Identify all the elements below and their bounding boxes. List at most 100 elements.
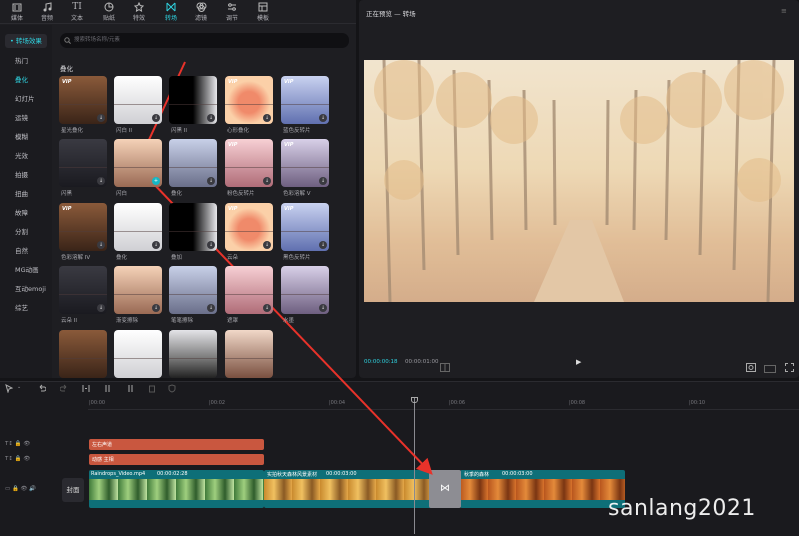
transition-marker[interactable]: ⋈ bbox=[429, 470, 461, 508]
select-cursor-icon[interactable] bbox=[5, 384, 14, 395]
sidebar-item-light[interactable]: 光效 bbox=[0, 148, 52, 164]
transition-thumb[interactable]: VIP ↓ bbox=[225, 139, 273, 187]
download-icon[interactable]: ↓ bbox=[263, 114, 271, 122]
shield-icon[interactable] bbox=[168, 384, 176, 395]
transition-thumb[interactable]: ↓ bbox=[281, 266, 329, 314]
split-icon[interactable] bbox=[82, 384, 90, 395]
sidebar-item-slides[interactable]: 幻灯片 bbox=[0, 91, 52, 107]
download-icon[interactable]: ↓ bbox=[97, 304, 105, 312]
chevron-down-icon[interactable]: ⌄ bbox=[17, 384, 21, 390]
video-track-controls[interactable]: ▭ 🔒 👁 🔊 bbox=[5, 486, 36, 492]
download-icon[interactable]: ↓ bbox=[97, 241, 105, 249]
fullscreen-icon[interactable] bbox=[785, 357, 794, 376]
transition-thumb[interactable]: + bbox=[114, 139, 162, 187]
trim-right-icon[interactable] bbox=[126, 384, 134, 395]
video-clip[interactable]: Raindrops_Video.mp4 00:00:02:28 bbox=[89, 470, 264, 508]
download-icon[interactable]: ↓ bbox=[152, 241, 160, 249]
toolbar-text[interactable]: TI 文本 bbox=[60, 1, 94, 23]
toolbar-transition[interactable]: 转场 bbox=[154, 1, 188, 23]
ratio-icon[interactable] bbox=[764, 358, 776, 377]
transition-thumb[interactable]: ↓ bbox=[59, 139, 107, 187]
toolbar-sticker[interactable]: 贴纸 bbox=[92, 1, 126, 23]
sidebar-item-split[interactable]: 分割 bbox=[0, 224, 52, 240]
download-icon[interactable]: ↓ bbox=[207, 177, 215, 185]
transition-thumb[interactable] bbox=[225, 330, 273, 378]
toolbar-filter[interactable]: 滤镜 bbox=[184, 1, 218, 23]
transition-thumb[interactable]: VIP ↓ bbox=[225, 76, 273, 124]
download-icon[interactable]: ↓ bbox=[263, 241, 271, 249]
transition-thumb[interactable]: ↓ bbox=[114, 266, 162, 314]
text-clip[interactable]: 动感 主相 bbox=[89, 454, 264, 465]
sidebar-item-dissolve[interactable]: 叠化 bbox=[0, 72, 52, 88]
download-icon[interactable]: ↓ bbox=[319, 304, 327, 312]
download-icon[interactable]: ↓ bbox=[152, 304, 160, 312]
delete-icon[interactable] bbox=[148, 384, 156, 395]
download-icon[interactable]: ↓ bbox=[263, 177, 271, 185]
sidebar-item-blur[interactable]: 模糊 bbox=[0, 129, 52, 145]
download-icon[interactable]: ↓ bbox=[319, 241, 327, 249]
undo-icon[interactable] bbox=[38, 384, 47, 394]
sidebar-item-shoot[interactable]: 拍摄 bbox=[0, 167, 52, 183]
transition-thumb[interactable]: VIP ↓ bbox=[225, 203, 273, 251]
sidebar-item-distort[interactable]: 扭曲 bbox=[0, 186, 52, 202]
text-clip[interactable]: 左右声道 bbox=[89, 439, 264, 450]
toolbar-template[interactable]: 模板 bbox=[246, 1, 280, 23]
transition-thumb[interactable]: VIP ↓ bbox=[59, 203, 107, 251]
transition-thumb[interactable] bbox=[114, 330, 162, 378]
transition-thumb[interactable]: ↓ bbox=[169, 76, 217, 124]
download-icon[interactable]: ↓ bbox=[97, 114, 105, 122]
transition-thumb[interactable]: VIP ↓ bbox=[281, 139, 329, 187]
sidebar-header[interactable]: • 转场效果 bbox=[5, 34, 47, 48]
transition-thumb[interactable]: VIP ↓ bbox=[59, 76, 107, 124]
preview-video bbox=[364, 60, 794, 302]
search-icon bbox=[64, 37, 71, 44]
transition-thumb[interactable]: ↓ bbox=[169, 139, 217, 187]
transition-thumb[interactable]: VIP ↓ bbox=[281, 76, 329, 124]
grid-toggle-icon[interactable] bbox=[440, 357, 450, 376]
cover-button[interactable]: 封面 bbox=[62, 478, 84, 502]
sidebar-item-camera[interactable]: 运镜 bbox=[0, 110, 52, 126]
download-icon[interactable]: ↓ bbox=[319, 114, 327, 122]
download-icon[interactable]: ↓ bbox=[152, 114, 160, 122]
sidebar-item-emoji[interactable]: 互动emoji bbox=[0, 281, 52, 297]
download-icon[interactable]: ↓ bbox=[263, 304, 271, 312]
toolbar-audio[interactable]: 音频 bbox=[30, 1, 64, 23]
redo-icon[interactable] bbox=[59, 384, 68, 394]
transition-thumb[interactable]: ↓ bbox=[225, 266, 273, 314]
transition-thumb[interactable] bbox=[169, 330, 217, 378]
transition-thumb[interactable] bbox=[59, 330, 107, 378]
download-icon[interactable]: ↓ bbox=[207, 241, 215, 249]
transition-thumb[interactable]: ↓ bbox=[169, 203, 217, 251]
add-icon[interactable]: + bbox=[152, 177, 160, 185]
text-track-controls[interactable]: T↕ 🔒 👁 bbox=[5, 456, 30, 462]
download-icon[interactable]: ↓ bbox=[319, 177, 327, 185]
transition-thumb[interactable]: ↓ bbox=[114, 76, 162, 124]
trim-left-icon[interactable] bbox=[104, 384, 112, 395]
download-icon[interactable]: ↓ bbox=[207, 304, 215, 312]
toolbar-media[interactable]: 媒体 bbox=[0, 1, 34, 23]
sidebar-item-glitch[interactable]: 故障 bbox=[0, 205, 52, 221]
transition-thumb[interactable]: ↓ bbox=[59, 266, 107, 314]
toolbar-effects[interactable]: 特效 bbox=[122, 1, 156, 23]
transition-thumb[interactable]: ↓ bbox=[114, 203, 162, 251]
vip-badge: VIP bbox=[62, 206, 72, 212]
clip-duration: 00:00:03:00 bbox=[502, 471, 533, 477]
transition-thumb[interactable]: ↓ bbox=[169, 266, 217, 314]
sidebar-item-nature[interactable]: 自然 bbox=[0, 243, 52, 259]
thumb-label: 叠加 bbox=[171, 255, 183, 261]
text-track-controls[interactable]: T↕ 🔒 👁 bbox=[5, 441, 30, 447]
sidebar-item-hot[interactable]: 热门 bbox=[0, 53, 52, 69]
download-icon[interactable]: ↓ bbox=[207, 114, 215, 122]
sidebar-item-mg[interactable]: MG动画 bbox=[0, 262, 52, 278]
playhead[interactable] bbox=[414, 398, 415, 534]
menu-icon[interactable]: ≡ bbox=[781, 7, 787, 15]
sidebar-item-variety[interactable]: 综艺 bbox=[0, 300, 52, 316]
search-input[interactable]: 搜索转场名称/元素 bbox=[60, 33, 349, 48]
play-button[interactable]: ▶ bbox=[576, 358, 581, 366]
snapshot-icon[interactable] bbox=[746, 357, 756, 376]
transition-thumb[interactable]: VIP ↓ bbox=[281, 203, 329, 251]
playhead-handle[interactable] bbox=[411, 397, 418, 403]
video-clip[interactable]: 秋季的森林 00:00:03:00 bbox=[460, 470, 625, 508]
download-icon[interactable]: ↓ bbox=[97, 177, 105, 185]
toolbar-adjust[interactable]: 调节 bbox=[215, 1, 249, 23]
